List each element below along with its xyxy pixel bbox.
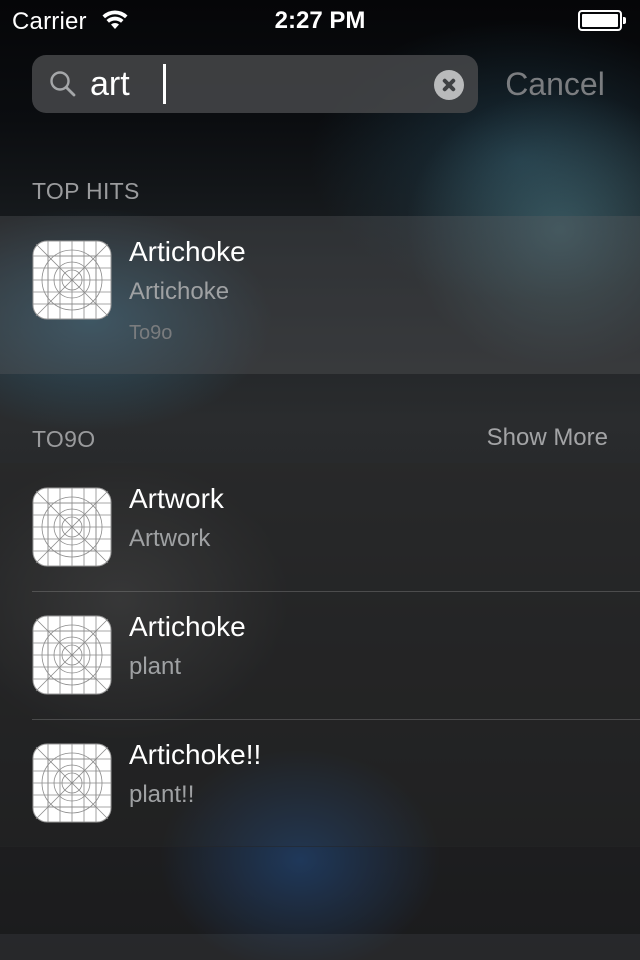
item-title: Artichoke [129,611,246,642]
item-title: Artichoke [129,236,246,267]
list-item[interactable]: Artichoke plant [0,591,640,719]
list-item[interactable]: Artwork Artwork [0,463,640,591]
item-subtitle: plant!! [129,781,195,808]
status-time: 2:27 PM [274,7,366,34]
item-title: Artichoke!! [129,739,262,770]
cancel-button[interactable]: Cancel [490,64,620,104]
app-placeholder-icon [32,615,112,695]
app-placeholder-icon [32,240,112,320]
battery-icon [578,10,626,31]
top-hits-header: TOP HITS [0,166,640,216]
list-item[interactable]: Artichoke!! plant!! [0,719,640,847]
app-placeholder-icon [32,487,112,567]
item-subtitle: Artwork [129,525,211,552]
section-title: TOP HITS [32,178,140,204]
list-item[interactable]: Artichoke Artichoke To9o [0,216,640,374]
item-subtitle: Artichoke [129,278,230,305]
row-divider [32,591,640,592]
item-title: Artwork [129,483,224,514]
to9o-list: Artwork Artwork Artichoke plant Artichok… [0,463,640,847]
show-more-button[interactable]: Show More [487,424,608,452]
search-input[interactable] [90,61,450,107]
to9o-header: TO9O Show More [0,414,640,464]
search-icon [50,71,76,97]
app-placeholder-icon [32,743,112,823]
item-detail: To9o [129,322,173,344]
background-band [0,846,640,934]
search-field[interactable] [32,55,478,113]
status-bar: Carrier 2:27 PM [0,0,640,40]
battery-level [582,14,618,27]
row-divider [32,719,640,720]
top-hits-list: Artichoke Artichoke To9o [0,216,640,374]
background-band [0,934,640,960]
item-subtitle: plant [129,653,182,680]
section-title: TO9O [32,426,96,452]
text-caret [163,64,166,104]
clear-icon[interactable] [434,70,464,100]
